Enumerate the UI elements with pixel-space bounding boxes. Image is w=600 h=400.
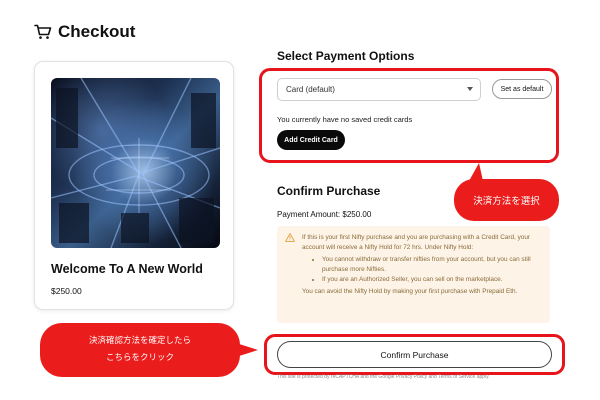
product-title: Welcome To A New World — [51, 262, 203, 276]
cart-icon — [34, 24, 52, 40]
notice-bullet: If you are an Authorized Seller, you can… — [322, 275, 542, 285]
payment-method-selected-value: Card (default) — [286, 85, 335, 94]
product-price: $250.00 — [51, 286, 82, 296]
notice-outro: You can avoid the Nifty Hold by making y… — [302, 288, 518, 295]
page-title: Checkout — [58, 22, 136, 41]
notice-intro: If this is your first Nifty purchase and… — [302, 234, 531, 251]
callout-text: 決済方法を選択 — [473, 196, 540, 207]
notice-list: You cannot withdraw or transfer nifties … — [302, 255, 542, 285]
confirm-purchase-button[interactable]: Confirm Purchase — [277, 341, 552, 368]
set-default-button[interactable]: Set as default — [492, 79, 552, 99]
callout-text-line2: こちらをクリック — [105, 353, 174, 363]
product-artwork-image — [51, 78, 220, 248]
callout-tail — [469, 163, 483, 181]
select-method-callout: 決済方法を選択 — [454, 163, 559, 221]
payment-options-title: Select Payment Options — [277, 49, 415, 63]
add-credit-card-button[interactable]: Add Credit Card — [277, 130, 345, 150]
warning-icon — [285, 233, 295, 246]
confirm-purchase-title: Confirm Purchase — [277, 184, 381, 198]
payment-method-select[interactable]: Card (default) — [277, 78, 481, 101]
notice-bullet: You cannot withdraw or transfer nifties … — [322, 255, 542, 275]
no-saved-cards-text: You currently have no saved credit cards — [277, 115, 413, 124]
recaptcha-footnote: This site is protected by reCAPTCHA and … — [277, 374, 490, 380]
callout-text-line1: 決済確認方法を確定したら — [88, 336, 191, 346]
confirm-callout: 決済確認方法を確定したら こちらをクリック — [40, 323, 258, 377]
callout-tail — [236, 343, 258, 357]
nifty-hold-notice: If this is your first Nifty purchase and… — [277, 226, 550, 323]
chevron-down-icon — [467, 87, 473, 91]
payment-amount: Payment Amount: $250.00 — [277, 210, 372, 219]
product-card: Welcome To A New World $250.00 — [34, 61, 234, 310]
page-header: Checkout — [34, 20, 135, 44]
